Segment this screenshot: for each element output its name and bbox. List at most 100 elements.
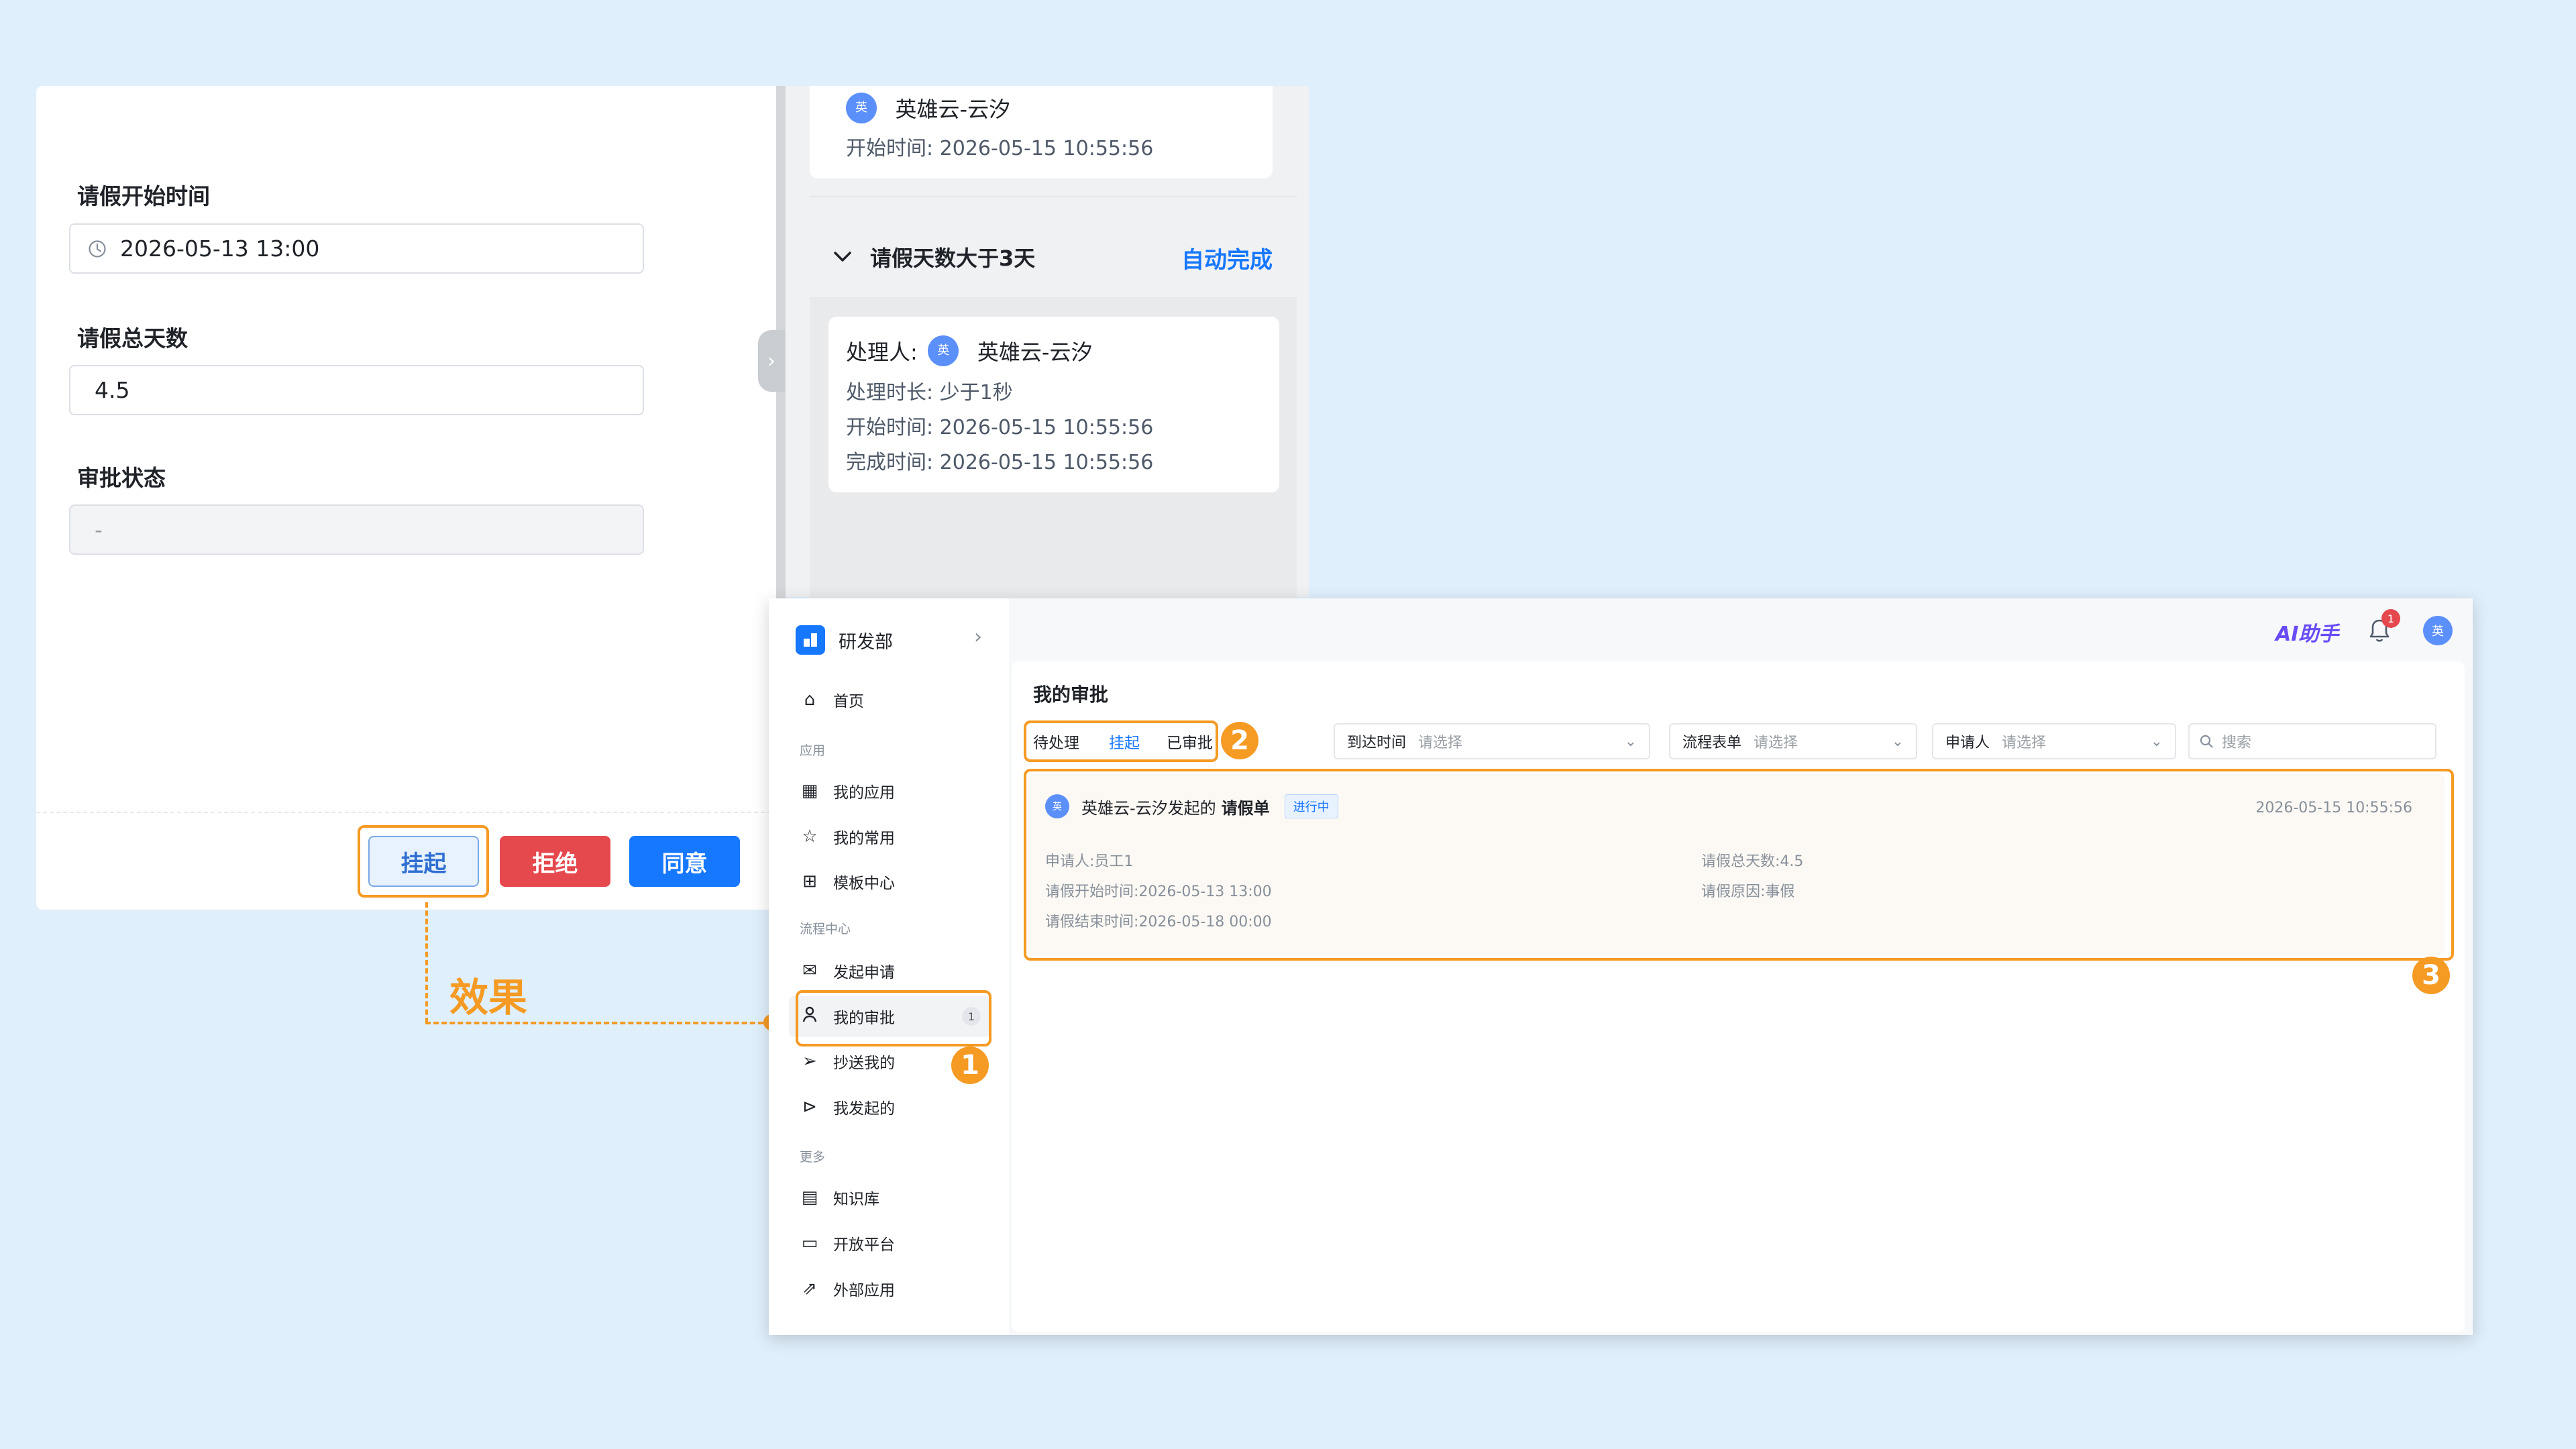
flow-node-title: 请假天数大于3天 xyxy=(870,246,1036,271)
process-form-filter[interactable]: 流程表单 请选择 ⌄ xyxy=(1669,723,1917,759)
handler-name: 英雄云-云汐 xyxy=(977,339,1093,365)
filter-placeholder: 请选择 xyxy=(1754,735,1799,751)
play-circle-icon: ⊳ xyxy=(802,1097,817,1117)
start-time-label: 开始时间: xyxy=(846,416,934,439)
start-time-value: 2026-05-13 13:00 xyxy=(120,235,320,262)
done-time-value: 2026-05-15 10:55:56 xyxy=(939,451,1154,474)
suspend-button-highlight xyxy=(358,825,489,898)
sidebar-item-label: 外部应用 xyxy=(833,1282,895,1299)
duration-label: 处理时长: xyxy=(846,381,934,405)
status-field: - xyxy=(69,504,644,555)
org-switcher[interactable]: 研发部 xyxy=(796,625,893,655)
sidebar-item-external-apps[interactable]: ⇗ 外部应用 xyxy=(789,1268,990,1309)
clock-icon xyxy=(88,239,107,258)
total-days-field[interactable]: 4.5 xyxy=(69,365,644,415)
duration-value: 少于1秒 xyxy=(939,381,1013,405)
applicant-filter[interactable]: 申请人 请选择 ⌄ xyxy=(1932,723,2176,759)
start-time-value: 2026-05-15 10:55:56 xyxy=(939,137,1154,160)
filter-label: 流程表单 xyxy=(1682,735,1742,751)
step-badge-1: 1 xyxy=(951,1046,989,1084)
sidebar-item-label: 开放平台 xyxy=(833,1236,895,1254)
start-time-label: 请假开始时间 xyxy=(77,183,210,209)
start-time-field[interactable]: 2026-05-13 13:00 xyxy=(69,223,644,274)
sidebar-group-more: 更多 xyxy=(800,1150,826,1165)
page-title: 我的审批 xyxy=(1033,684,1109,706)
sidebar-item-my-common[interactable]: ☆ 我的常用 xyxy=(789,816,990,857)
sidebar-item-label: 首页 xyxy=(833,693,864,710)
chevron-right-icon[interactable]: › xyxy=(974,625,982,649)
sidebar-item-template-center[interactable]: ⊞ 模板中心 xyxy=(789,861,990,902)
flow-card-start: 英 英雄云-云汐 开始时间: 2026-05-15 10:55:56 xyxy=(810,86,1273,178)
connector-line xyxy=(425,902,428,1023)
step-badge-2: 2 xyxy=(1221,722,1258,759)
effect-label: 效果 xyxy=(449,975,528,1020)
status-label: 审批状态 xyxy=(77,465,166,491)
send-icon: ➢ xyxy=(802,1051,817,1071)
search-input[interactable]: 搜索 xyxy=(2188,723,2436,759)
sidebar-item-home[interactable]: ⌂ 首页 xyxy=(789,679,990,720)
flow-card-handler: 处理人: 英 英雄云-云汐 处理时长: 少于1秒 开始时间: 2026-05-1… xyxy=(828,317,1279,492)
filter-placeholder: 请选择 xyxy=(1418,735,1463,751)
arrival-time-filter[interactable]: 到达时间 请选择 ⌄ xyxy=(1334,723,1650,759)
search-placeholder: 搜索 xyxy=(2222,735,2252,751)
chevron-down-icon: ⌄ xyxy=(1891,733,1904,750)
sidebar-item-label: 知识库 xyxy=(833,1191,879,1208)
chevron-down-icon: ⌄ xyxy=(2150,733,2163,750)
avatar: 英 xyxy=(928,335,959,366)
org-name: 研发部 xyxy=(839,631,893,653)
sidebar-group-process: 流程中心 xyxy=(800,922,851,936)
sidebar-item-started-by-me[interactable]: ⊳ 我发起的 xyxy=(789,1086,990,1128)
user-name: 英雄云-云汐 xyxy=(895,97,1011,122)
sidebar-group-apps: 应用 xyxy=(800,743,826,758)
tabs-highlight xyxy=(1024,720,1218,762)
total-days-value: 4.5 xyxy=(95,377,130,403)
notification-badge: 1 xyxy=(2381,609,2400,628)
chevron-down-icon xyxy=(833,250,853,264)
filter-label: 申请人 xyxy=(1945,735,1990,751)
start-time-label: 开始时间: xyxy=(846,137,934,160)
monitor-icon: ▭ xyxy=(801,1233,818,1253)
avatar: 英 xyxy=(846,93,877,123)
sidebar-item-label: 我的常用 xyxy=(833,830,895,847)
chevron-down-icon: ⌄ xyxy=(1624,733,1637,750)
agree-button[interactable]: 同意 xyxy=(629,836,740,887)
sidebar-item-label: 我发起的 xyxy=(833,1100,895,1118)
step-badge-3: 3 xyxy=(2412,957,2450,994)
mail-icon: ✉ xyxy=(802,961,817,981)
main-content xyxy=(1012,661,2465,1332)
start-time-value: 2026-05-15 10:55:56 xyxy=(939,416,1154,439)
status-value: - xyxy=(95,517,103,543)
flow-node-status: 自动完成 xyxy=(1181,247,1273,274)
filter-label: 到达时间 xyxy=(1347,735,1407,751)
flow-node-header[interactable]: 请假天数大于3天 xyxy=(833,241,1035,272)
home-icon: ⌂ xyxy=(804,690,816,710)
collapse-panel-button[interactable]: › xyxy=(758,330,785,392)
leave-form-panel: 请假开始时间 2026-05-13 13:00 请假总天数 4.5 审批状态 -… xyxy=(36,86,778,910)
done-time-label: 完成时间: xyxy=(846,451,934,474)
sidebar-highlight xyxy=(796,990,991,1046)
apps-grid-icon: ▦ xyxy=(801,781,818,801)
ai-assistant-button[interactable]: AI助手 xyxy=(2275,617,2339,647)
sidebar-item-label: 模板中心 xyxy=(833,875,895,892)
external-link-icon: ⇗ xyxy=(802,1279,817,1299)
sidebar-item-label: 发起申请 xyxy=(833,964,895,981)
book-icon: ▤ xyxy=(801,1187,818,1208)
sidebar-item-my-apps[interactable]: ▦ 我的应用 xyxy=(789,770,990,812)
chevron-right-icon: › xyxy=(767,349,775,373)
sidebar-item-knowledge[interactable]: ▤ 知识库 xyxy=(789,1177,990,1218)
app-window: 研发部 › ⌂ 首页 应用 ▦ 我的应用 ☆ 我的常用 ⊞ 模板中心 流程中心 ✉ 发起申… xyxy=(769,598,2473,1335)
sidebar-item-start-request[interactable]: ✉ 发起申请 xyxy=(789,950,990,991)
sidebar-item-open-platform[interactable]: ▭ 开放平台 xyxy=(789,1222,990,1264)
sidebar: 研发部 › ⌂ 首页 应用 ▦ 我的应用 ☆ 我的常用 ⊞ 模板中心 流程中心 ✉ 发起申… xyxy=(769,598,1009,1335)
user-avatar[interactable]: 英 xyxy=(2423,616,2453,645)
list-item-highlight xyxy=(1024,769,2454,961)
sidebar-item-label: 我的应用 xyxy=(833,784,895,802)
template-icon: ⊞ xyxy=(802,871,817,892)
org-logo-icon xyxy=(796,625,825,655)
total-days-label: 请假总天数 xyxy=(77,325,188,352)
search-icon xyxy=(2199,734,2214,749)
form-divider xyxy=(36,812,778,813)
flow-divider xyxy=(810,196,1297,197)
reject-button[interactable]: 拒绝 xyxy=(500,836,610,887)
sidebar-item-label: 抄送我的 xyxy=(833,1055,895,1072)
